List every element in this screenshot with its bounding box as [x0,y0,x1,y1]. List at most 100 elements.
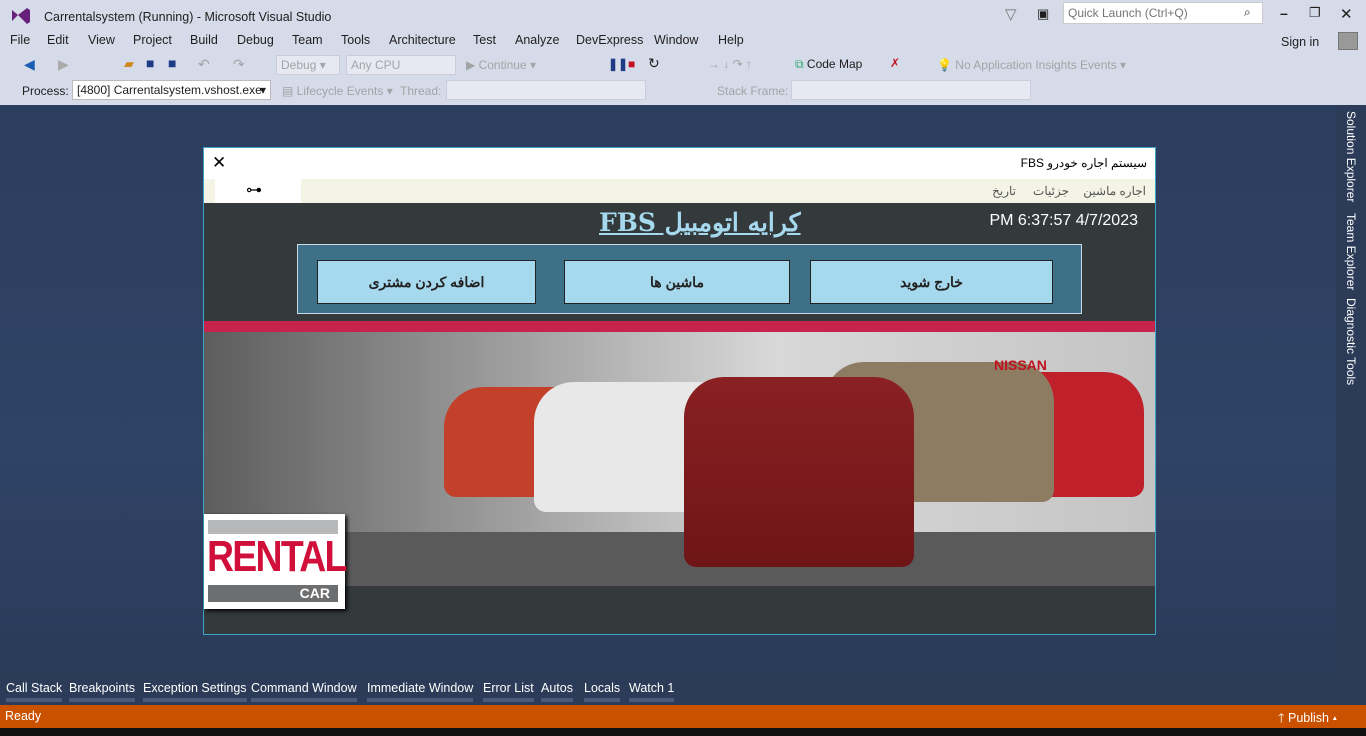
standard-toolbar: ◀ ▶ ▰ ■ ■ ↶ ↷ Debug ▾ Any CPU ▶ Continue… [0,52,1366,78]
menu-debug[interactable]: Debug [237,33,274,47]
lifecycle-label: Lifecycle Events [296,84,384,98]
status-bar: Ready 🡑 Publish ▴ [0,705,1366,728]
logo-rental: RENTAL [207,532,347,581]
taskbar [0,728,1366,736]
thread-dropdown[interactable] [446,80,646,100]
car-red-front [684,377,914,567]
debug-location-toolbar: Process: [4800] Carrentalsystem.vshost.e… [0,78,1366,105]
publish-button[interactable]: 🡑 Publish ▴ [1278,709,1337,730]
tab-immediate-window[interactable]: Immediate Window [367,681,474,702]
key-icon[interactable]: ⊶ [246,180,262,200]
visual-studio-logo-icon [12,8,30,24]
restart-icon[interactable]: ↻ [648,55,660,72]
app-menu-strip: ⊶ اجاره ماشین جزئیات تاریخ [204,179,1155,203]
app-heading: کرایه اتومبیل FBS [599,208,801,237]
menu-tools[interactable]: Tools [341,33,370,47]
tab-autos[interactable]: Autos [541,681,573,702]
menu-view[interactable]: View [88,33,115,47]
menu-team[interactable]: Team [292,33,323,47]
tab-watch-1[interactable]: Watch 1 [629,681,675,702]
config-value: Debug [281,58,317,72]
publish-arrow-icon: 🡑 [1278,711,1285,725]
platform-dropdown[interactable]: Any CPU [346,55,456,75]
stack-frame-label: Stack Frame: [717,84,789,98]
action-panel: خارج شوید ماشین ها اضافه کردن مشتری [297,244,1082,314]
forward-icon[interactable]: ▶ [58,56,69,73]
tab-call-stack[interactable]: Call Stack [6,681,63,702]
account-avatar-icon[interactable] [1338,32,1358,50]
status-text: Ready [5,709,42,723]
minimize-button[interactable]: – [1280,5,1288,21]
code-map-label: Code Map [806,57,863,71]
right-tool-strip: Solution Explorer Team Explorer Diagnost… [1336,105,1366,705]
menu-file[interactable]: File [10,33,30,47]
menu-architecture[interactable]: Architecture [389,33,456,47]
platform-value: Any CPU [351,58,401,72]
datetime-label: PM 6:37:57 4/7/2023 [989,212,1138,229]
nissan-sign: NISSAN [994,357,1047,373]
process-value: [4800] Carrentalsystem.vshost.exe [77,83,262,97]
continue-button[interactable]: ▶ Continue ▾ [466,58,536,72]
sign-in-link[interactable]: Sign in [1281,35,1319,49]
save-icon[interactable]: ■ [146,55,154,71]
open-file-icon[interactable]: ▰ [124,56,134,72]
save-all-icon[interactable]: ■ [168,55,176,71]
breakpoint-icon[interactable]: ✗ [890,56,900,70]
add-customer-button[interactable]: اضافه کردن مشتری [317,260,536,304]
tab-command-window[interactable]: Command Window [251,681,357,702]
tab-locals[interactable]: Locals [584,681,621,702]
menu-devexpress[interactable]: DevExpress [576,33,643,47]
exit-button[interactable]: خارج شوید [810,260,1053,304]
logo-car: CAR [208,585,338,602]
rental-app-window: ✕ سیستم اجاره خودرو FBS ⊶ اجاره ماشین جز… [203,147,1156,635]
undo-icon[interactable]: ↶ [198,56,210,73]
publish-label: Publish [1288,711,1329,725]
back-icon[interactable]: ◀ [24,56,35,73]
team-explorer-tab[interactable]: Team Explorer [1344,213,1358,290]
tab-exception-settings[interactable]: Exception Settings [143,681,247,702]
app-close-button[interactable]: ✕ [212,153,226,173]
diagnostic-tools-tab[interactable]: Diagnostic Tools [1344,298,1358,385]
close-button[interactable]: ✕ [1340,5,1353,23]
solution-explorer-tab[interactable]: Solution Explorer [1344,111,1358,202]
redo-icon[interactable]: ↷ [233,56,245,73]
menu-bar: File Edit View Project Build Debug Team … [0,30,1366,52]
restore-button[interactable]: ❐ [1309,5,1321,21]
app-title-bar: ✕ سیستم اجاره خودرو FBS [204,148,1155,179]
title-bar: Carrentalsystem (Running) - Microsoft Vi… [0,0,1366,30]
menu-window[interactable]: Window [654,33,698,47]
app-menu-history[interactable]: تاریخ [992,184,1016,198]
menu-test[interactable]: Test [473,33,496,47]
app-menu-rent[interactable]: اجاره ماشین [1083,184,1146,198]
insights-dropdown[interactable]: 💡 No Application Insights Events ▾ [937,58,1126,72]
thread-label: Thread: [400,84,442,98]
continue-label: Continue [478,58,527,72]
window-title: Carrentalsystem (Running) - Microsoft Vi… [44,10,332,24]
step-icons[interactable]: → ↓ ↷ ↑ [708,57,752,71]
quick-launch-input[interactable] [1063,2,1263,24]
floor [204,532,1155,586]
code-map-icon: ⧉ [795,57,804,71]
pause-icon[interactable]: ❚❚ [608,57,628,71]
process-dropdown[interactable]: [4800] Carrentalsystem.vshost.exe ▾ [72,80,271,100]
solution-config-dropdown[interactable]: Debug ▾ [276,55,340,75]
app-menu-details[interactable]: جزئیات [1033,184,1069,198]
menu-edit[interactable]: Edit [47,33,69,47]
lifecycle-events-button[interactable]: ▤ Lifecycle Events ▾ [282,84,393,98]
cars-banner-image: NISSAN [204,332,1155,586]
tab-error-list[interactable]: Error List [483,681,534,702]
tab-breakpoints[interactable]: Breakpoints [69,681,136,702]
cars-button[interactable]: ماشین ها [564,260,790,304]
feedback-icon[interactable]: ▣ [1037,6,1049,22]
menu-project[interactable]: Project [133,33,172,47]
search-icon: ⌕ [1244,5,1251,19]
app-title: سیستم اجاره خودرو FBS [1020,156,1147,170]
menu-analyze[interactable]: Analyze [515,33,559,47]
stop-icon[interactable]: ■ [628,57,635,71]
menu-build[interactable]: Build [190,33,218,47]
filter-icon[interactable]: ▽ [1005,5,1017,23]
menu-help[interactable]: Help [718,33,744,47]
bottom-tool-tabs: Call Stack Breakpoints Exception Setting… [0,680,1366,705]
code-map-button[interactable]: ⧉ Code Map [795,57,862,72]
stack-frame-dropdown[interactable] [791,80,1031,100]
